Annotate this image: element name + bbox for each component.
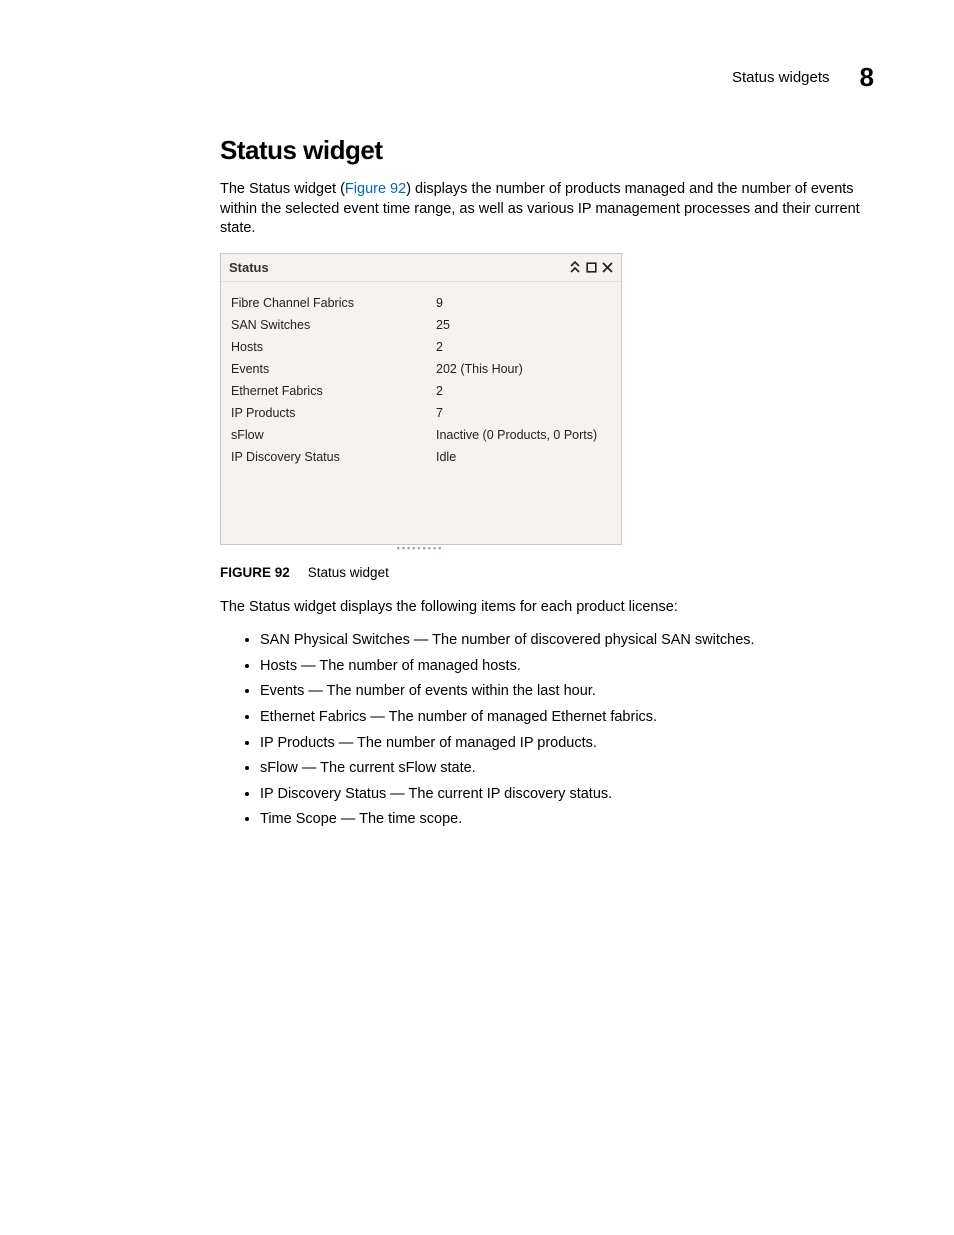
row-value: 2 [436, 384, 611, 398]
running-header: Status widgets 8 [732, 62, 874, 93]
chapter-number: 8 [860, 62, 874, 93]
list-item: Ethernet Fabrics — The number of managed… [260, 708, 880, 728]
widget-spacer [231, 468, 611, 538]
row-label: IP Discovery Status [231, 450, 436, 464]
row-label: SAN Switches [231, 318, 436, 332]
collapse-icon[interactable] [569, 261, 581, 273]
widget-titlebar: Status [221, 254, 621, 282]
figure-caption: FIGURE 92 Status widget [220, 565, 880, 580]
list-item: IP Products — The number of managed IP p… [260, 734, 880, 754]
content: Status widget The Status widget (Figure … [220, 135, 880, 836]
widget-row: Ethernet Fabrics 2 [231, 380, 611, 402]
bullet-list: SAN Physical Switches — The number of di… [220, 631, 880, 830]
widget-row: Hosts 2 [231, 336, 611, 358]
page: Status widgets 8 Status widget The Statu… [0, 0, 954, 1235]
row-value: 202 (This Hour) [436, 362, 611, 376]
list-item: sFlow — The current sFlow state. [260, 759, 880, 779]
widget-row: IP Discovery Status Idle [231, 446, 611, 468]
list-item: Hosts — The number of managed hosts. [260, 657, 880, 677]
widget-row: SAN Switches 25 [231, 314, 611, 336]
list-item: Events — The number of events within the… [260, 682, 880, 702]
list-item: SAN Physical Switches — The number of di… [260, 631, 880, 651]
row-value: Inactive (0 Products, 0 Ports) [436, 428, 611, 442]
widget-title: Status [229, 260, 269, 275]
row-value: Idle [436, 450, 611, 464]
close-icon[interactable] [601, 261, 613, 273]
widget-row: Events 202 (This Hour) [231, 358, 611, 380]
row-label: Ethernet Fabrics [231, 384, 436, 398]
intro-paragraph: The Status widget (Figure 92) displays t… [220, 180, 880, 239]
row-label: Hosts [231, 340, 436, 354]
figure-link[interactable]: Figure 92 [345, 181, 406, 197]
maximize-icon[interactable] [585, 261, 597, 273]
list-item: Time Scope — The time scope. [260, 810, 880, 830]
row-value: 9 [436, 296, 611, 310]
figure-caption-text: Status widget [308, 565, 389, 580]
widget-row: Fibre Channel Fabrics 9 [231, 292, 611, 314]
widget-row: sFlow Inactive (0 Products, 0 Ports) [231, 424, 611, 446]
widget-body: Fibre Channel Fabrics 9 SAN Switches 25 … [221, 282, 621, 544]
list-item: IP Discovery Status — The current IP dis… [260, 785, 880, 805]
row-label: IP Products [231, 406, 436, 420]
intro-text-pre: The Status widget ( [220, 181, 345, 197]
running-title: Status widgets [732, 69, 830, 86]
widget-row: IP Products 7 [231, 402, 611, 424]
row-value: 2 [436, 340, 611, 354]
section-title: Status widget [220, 135, 880, 166]
row-value: 25 [436, 318, 611, 332]
resize-handle-icon[interactable]: ▪▪▪▪▪▪▪▪▪ [220, 544, 620, 555]
row-value: 7 [436, 406, 611, 420]
row-label: Fibre Channel Fabrics [231, 296, 436, 310]
row-label: Events [231, 362, 436, 376]
figure-number: FIGURE 92 [220, 565, 290, 580]
row-label: sFlow [231, 428, 436, 442]
list-intro: The Status widget displays the following… [220, 598, 880, 618]
status-widget-panel: Status Fibre Channel Fabrics 9 [220, 253, 622, 545]
widget-controls [569, 261, 613, 273]
